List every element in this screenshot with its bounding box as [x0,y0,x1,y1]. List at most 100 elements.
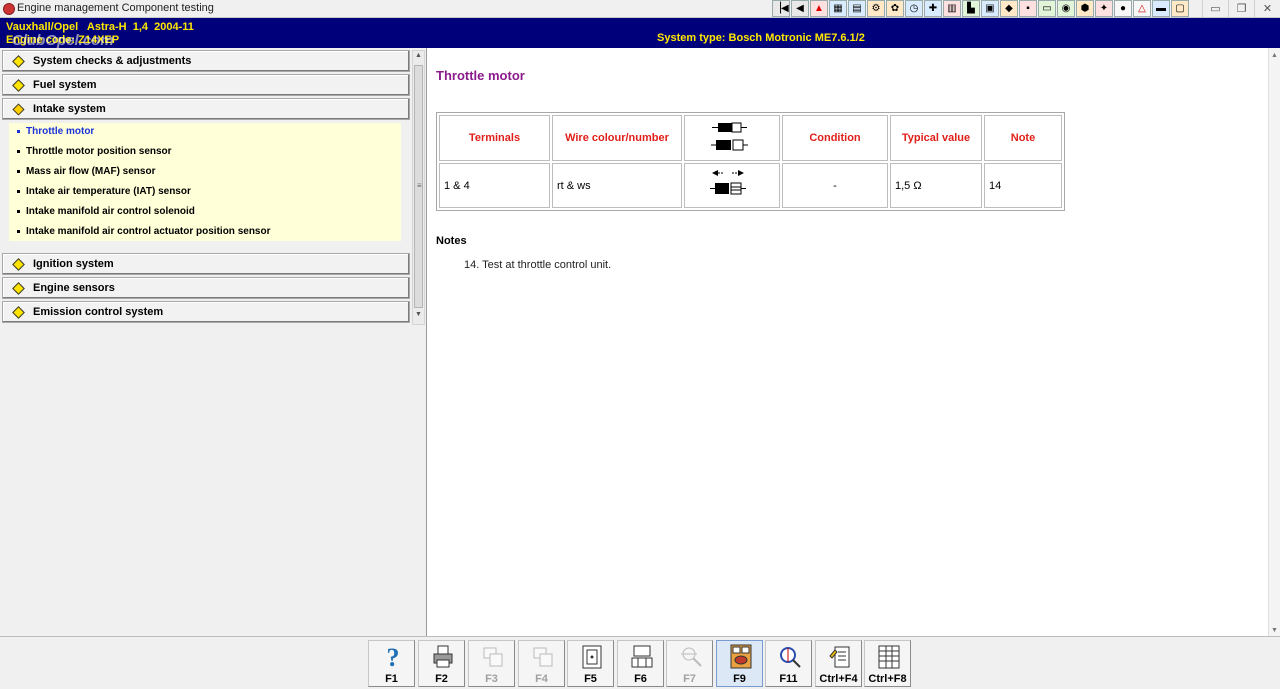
section-emission-control[interactable]: Emission control system [2,301,410,323]
submenu-label: Throttle motor position sensor [26,145,172,157]
f11-meter-button[interactable]: F11 [765,640,812,687]
submenu-item-manifold-solenoid[interactable]: Intake manifold air control solenoid [9,203,195,219]
submenu-item-maf-sensor[interactable]: Mass air flow (MAF) sensor [9,163,155,179]
system-type: System type: Bosch Motronic ME7.6.1/2 [657,32,865,44]
submenu-item-throttle-motor[interactable]: Throttle motor [9,123,94,139]
page-title: Throttle motor [436,68,525,83]
header-connector-cell [684,115,780,161]
connector-disconnected-icon [711,122,748,150]
diamond-icon [12,305,25,319]
module-icon[interactable]: ▦ [829,0,847,17]
f9-component-button[interactable]: F9 [716,640,763,687]
tire-icon[interactable]: ● [1114,0,1132,17]
svg-text:?: ? [387,644,400,670]
scroll-up-icon[interactable]: ▲ [413,52,424,64]
content-panel: Throttle motor Terminals Wire colour/num… [428,48,1280,636]
section-label: Engine sensors [33,282,115,294]
diamond-icon [12,257,25,271]
prev-icon[interactable]: ◀ [791,0,809,17]
cell-note: 14 [984,163,1062,208]
lift-icon[interactable]: ▥ [943,0,961,17]
tools-icon[interactable]: ✚ [924,0,942,17]
submenu-item-manifold-actuator-sensor[interactable]: Intake manifold air control actuator pos… [9,223,270,239]
component-disconnected-icon [710,170,746,195]
fkey-label: F4 [535,673,548,685]
content-scrollbar[interactable]: ▲ ▼ [1268,48,1280,636]
f5-connector-button[interactable]: F5 [567,640,614,687]
cell-connector [684,163,780,208]
section-label: System checks & adjustments [33,55,192,67]
header-wire-colour: Wire colour/number [552,115,682,161]
bullet [17,169,20,173]
sidebar-scrollbar[interactable]: ▲ ≡ ▼ [412,50,425,325]
connector-icon[interactable]: ▪ [1019,0,1037,17]
section-system-checks[interactable]: System checks & adjustments [2,50,410,72]
table-row: 1 & 4 rt & ws - 1,5 Ω 14 [439,163,1062,208]
diagram-icon [533,647,553,667]
ctrl-f8-table-button[interactable]: Ctrl+F8 [864,640,911,687]
section-label: Ignition system [33,258,114,270]
filter-icon[interactable]: ⬢ [1076,0,1094,17]
connector-icon [582,645,602,669]
table-header-row: Terminals Wire colour/number Condition T… [439,115,1062,161]
section-intake-system[interactable]: Intake system [2,98,410,120]
print-icon [433,645,453,668]
note-icon[interactable]: ▢ [1171,0,1189,17]
intake-submenu: Throttle motor Throttle motor position s… [9,123,401,241]
spark-icon[interactable]: ✦ [1095,0,1113,17]
section-fuel-system[interactable]: Fuel system [2,74,410,96]
submenu-item-iat-sensor[interactable]: Intake air temperature (IAT) sensor [9,183,191,199]
diagram-icon [483,647,503,667]
scroll-down-icon[interactable]: ▼ [1269,627,1280,634]
f7-probe-button[interactable]: F7 [666,640,713,687]
car-icon[interactable]: ▙ [962,0,980,17]
ctrl-f4-notes-button[interactable]: Ctrl+F4 [815,640,862,687]
info-icon[interactable]: △ [1133,0,1151,17]
meter-icon [780,647,801,668]
f1-help-button[interactable]: ? F1 [368,640,415,687]
wiring-icon[interactable]: ▭ [1038,0,1056,17]
fkey-label: F11 [779,673,798,685]
table-icon [878,645,900,669]
connector-pins-icon [631,645,653,668]
submenu-item-throttle-position-sensor[interactable]: Throttle motor position sensor [9,143,172,159]
fkey-label: Ctrl+F8 [868,673,907,685]
section-ignition-system[interactable]: Ignition system [2,253,410,275]
vehicle-info-bar: Vauxhall/Opel Astra-H 1,4 2004-11 Engine… [0,18,1280,49]
f6-connector-pins-button[interactable]: F6 [617,640,664,687]
book-icon[interactable]: ▬ [1152,0,1170,17]
minimize-icon[interactable]: ▭ [1202,0,1228,17]
window-title: Engine management Component testing [17,2,214,14]
first-icon[interactable]: ▕◀ [772,0,790,17]
section-label: Intake system [33,103,106,115]
scrollbar-thumb[interactable]: ≡ [414,65,423,308]
cell-condition: - [782,163,888,208]
f4-diagram-button[interactable]: F4 [518,640,565,687]
section-engine-sensors[interactable]: Engine sensors [2,277,410,299]
bullet [17,189,20,193]
note-text: 14. Test at throttle control unit. [464,259,612,271]
toolbar: ▕◀ ◀ ▲ ▦ ▤ ⚙ ✿ ◷ ✚ ▥ ▙ ▣ ◆ ▪ ▭ ◉ ⬢ ✦ ● △… [772,0,1189,17]
scroll-up-icon[interactable]: ▲ [1269,52,1280,59]
battery-icon[interactable]: ▣ [981,0,999,17]
warning-icon[interactable]: ▲ [810,0,828,17]
chart-icon[interactable]: ▤ [848,0,866,17]
engine-icon[interactable]: ⚙ [867,0,885,17]
clock-icon[interactable]: ◷ [905,0,923,17]
diamond-icon [12,281,25,295]
f2-print-button[interactable]: F2 [418,640,465,687]
cell-wire-colour: rt & ws [552,163,682,208]
gear-icon[interactable]: ✿ [886,0,904,17]
scroll-down-icon[interactable]: ▼ [413,311,424,323]
fkey-label: Ctrl+F4 [819,673,858,685]
fkey-label: F5 [584,673,597,685]
fkey-label: F7 [683,673,696,685]
sensor-icon[interactable]: ◉ [1057,0,1075,17]
submenu-label: Throttle motor [26,125,95,137]
navigation-panel: System checks & adjustments Fuel system … [0,48,427,636]
close-icon[interactable]: ✕ [1254,0,1280,17]
oil-icon[interactable]: ◆ [1000,0,1018,17]
f3-diagram-button[interactable]: F3 [468,640,515,687]
restore-icon[interactable]: ❐ [1228,0,1254,17]
help-icon: ? [387,644,400,670]
